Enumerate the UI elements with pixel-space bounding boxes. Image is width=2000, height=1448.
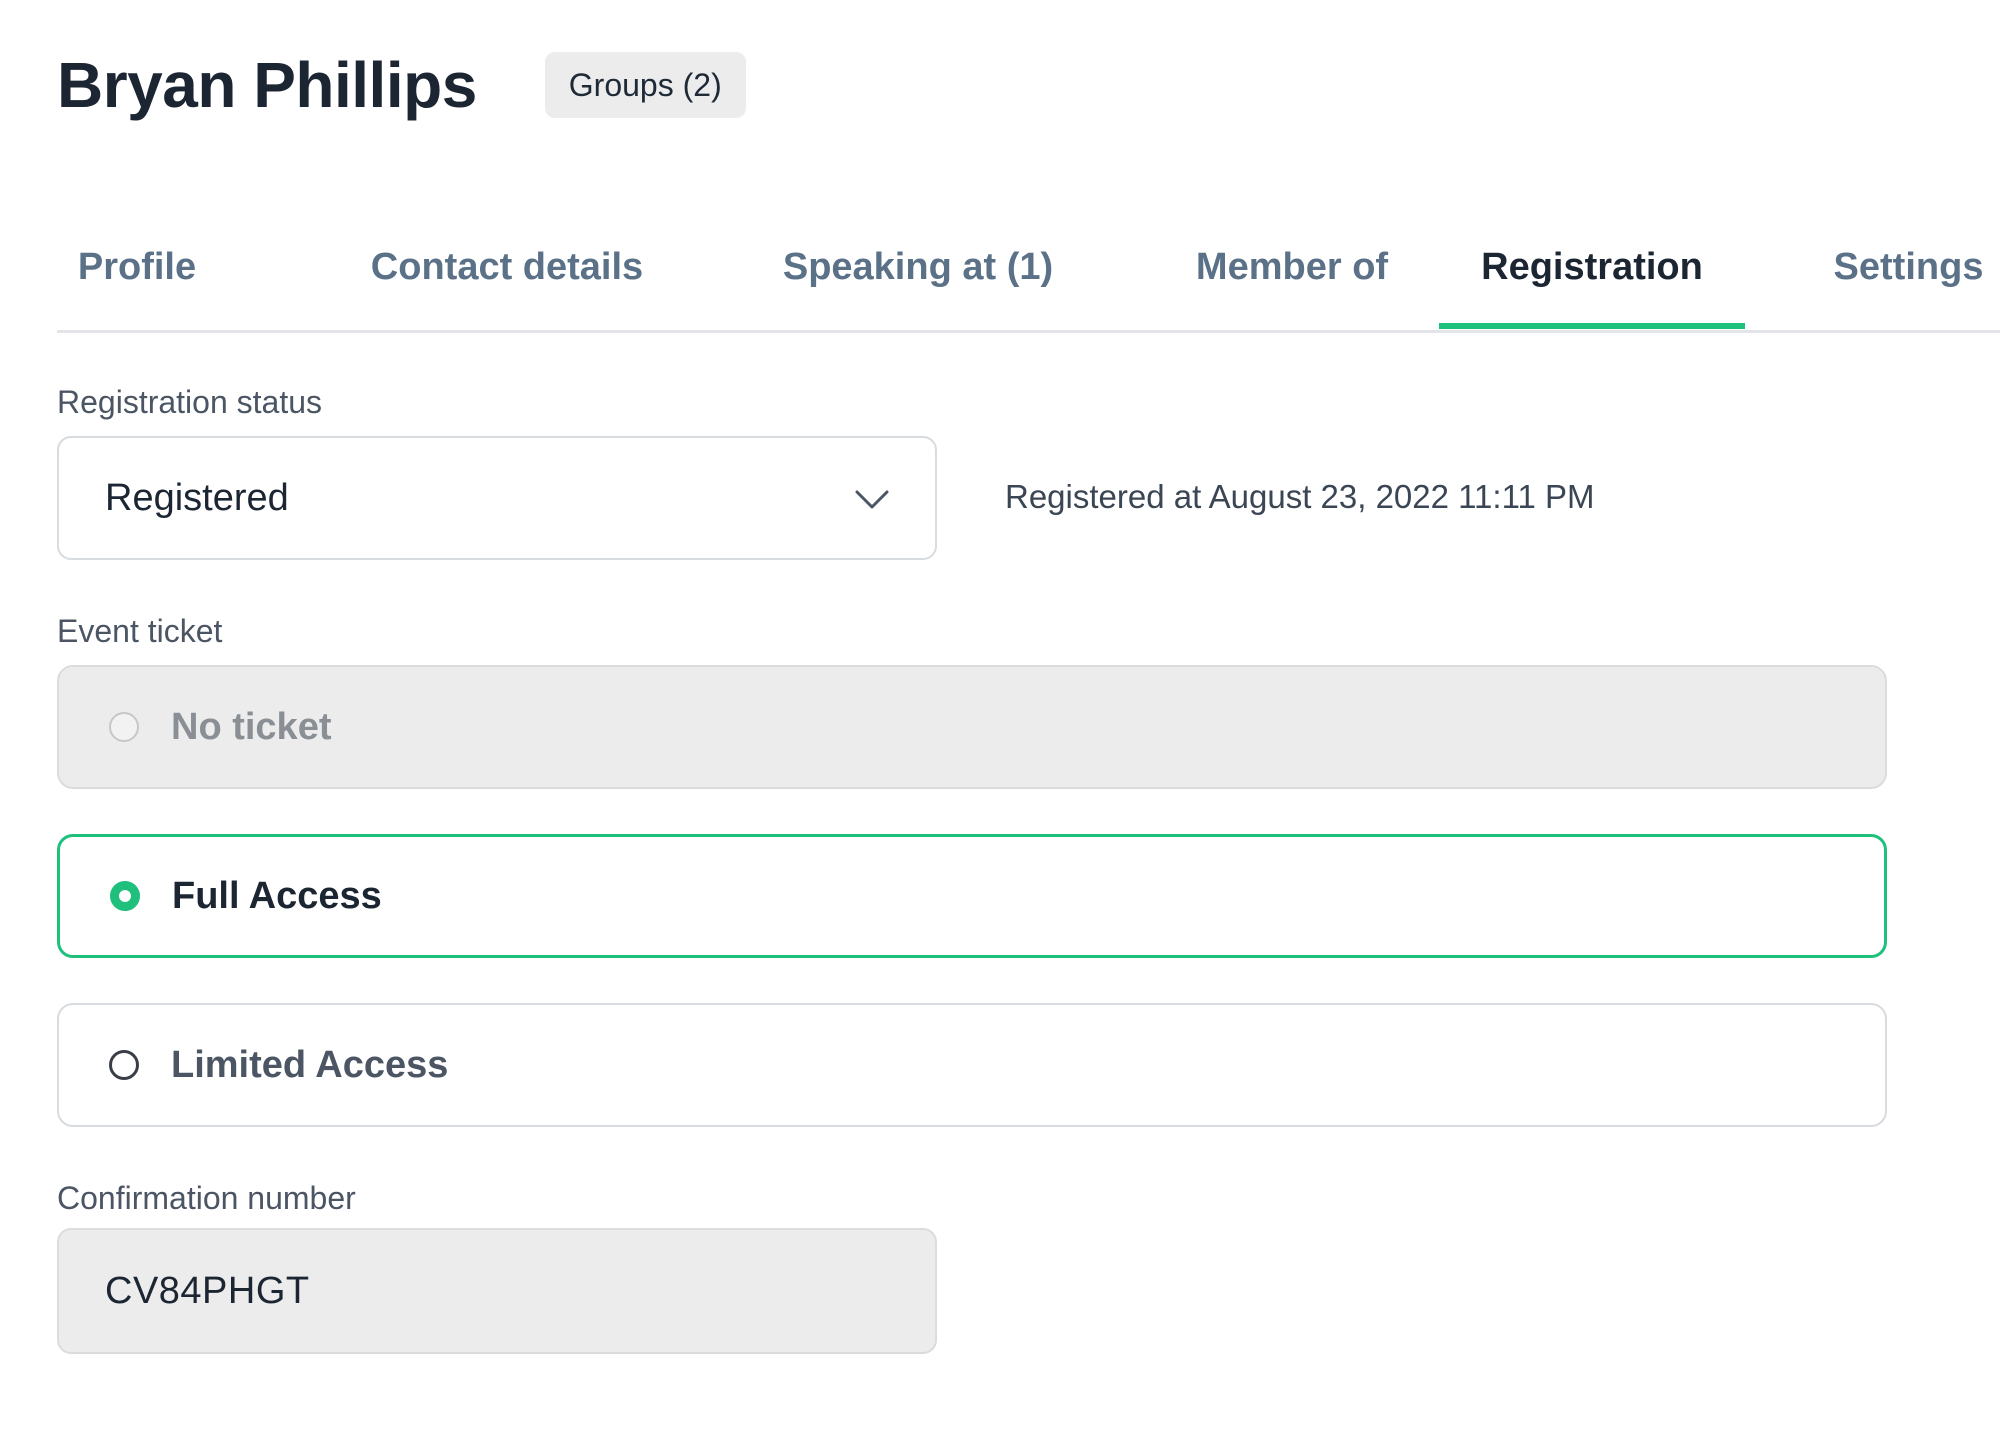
event-ticket-label: Event ticket xyxy=(57,613,223,649)
tab-contact-details[interactable]: Contact details xyxy=(349,205,665,330)
groups-badge[interactable]: Groups (2) xyxy=(544,52,746,118)
registration-status-select[interactable]: Registered xyxy=(57,436,937,560)
confirmation-number-value: CV84PHGT xyxy=(105,1269,310,1312)
registration-status-label: Registration status xyxy=(57,384,323,420)
radio-checked-icon xyxy=(110,881,140,911)
registered-at-text: Registered at August 23, 2022 11:11 PM xyxy=(1005,478,1595,515)
page-title: Bryan Phillips xyxy=(57,49,477,121)
radio-icon xyxy=(109,712,139,742)
tab-settings[interactable]: Settings xyxy=(1817,205,2000,330)
tab-speaking-at[interactable]: Speaking at (1) xyxy=(753,205,1083,330)
confirmation-number-label: Confirmation number xyxy=(57,1180,356,1216)
page-header: Bryan Phillips Groups (2) xyxy=(57,40,746,130)
tab-registration[interactable]: Registration xyxy=(1439,205,1745,330)
tab-profile[interactable]: Profile xyxy=(57,205,217,330)
chevron-down-icon xyxy=(855,490,889,509)
ticket-option-label: Full Access xyxy=(172,874,382,917)
tab-member-of[interactable]: Member of xyxy=(1167,205,1417,330)
ticket-option-label: Limited Access xyxy=(171,1043,449,1086)
active-tab-indicator xyxy=(1439,323,1745,329)
confirmation-number-field: CV84PHGT xyxy=(57,1228,937,1354)
attendee-registration-page: Bryan Phillips Groups (2) Profile Contac… xyxy=(57,0,2000,1448)
ticket-option-limited-access[interactable]: Limited Access xyxy=(57,1003,1887,1127)
radio-unchecked-icon xyxy=(109,1050,139,1080)
registration-status-value: Registered xyxy=(105,476,289,519)
ticket-option-no-ticket: No ticket xyxy=(57,665,1887,789)
ticket-option-full-access[interactable]: Full Access xyxy=(57,834,1887,958)
tab-bar: Profile Contact details Speaking at (1) … xyxy=(57,205,2000,333)
ticket-option-label: No ticket xyxy=(171,705,332,748)
